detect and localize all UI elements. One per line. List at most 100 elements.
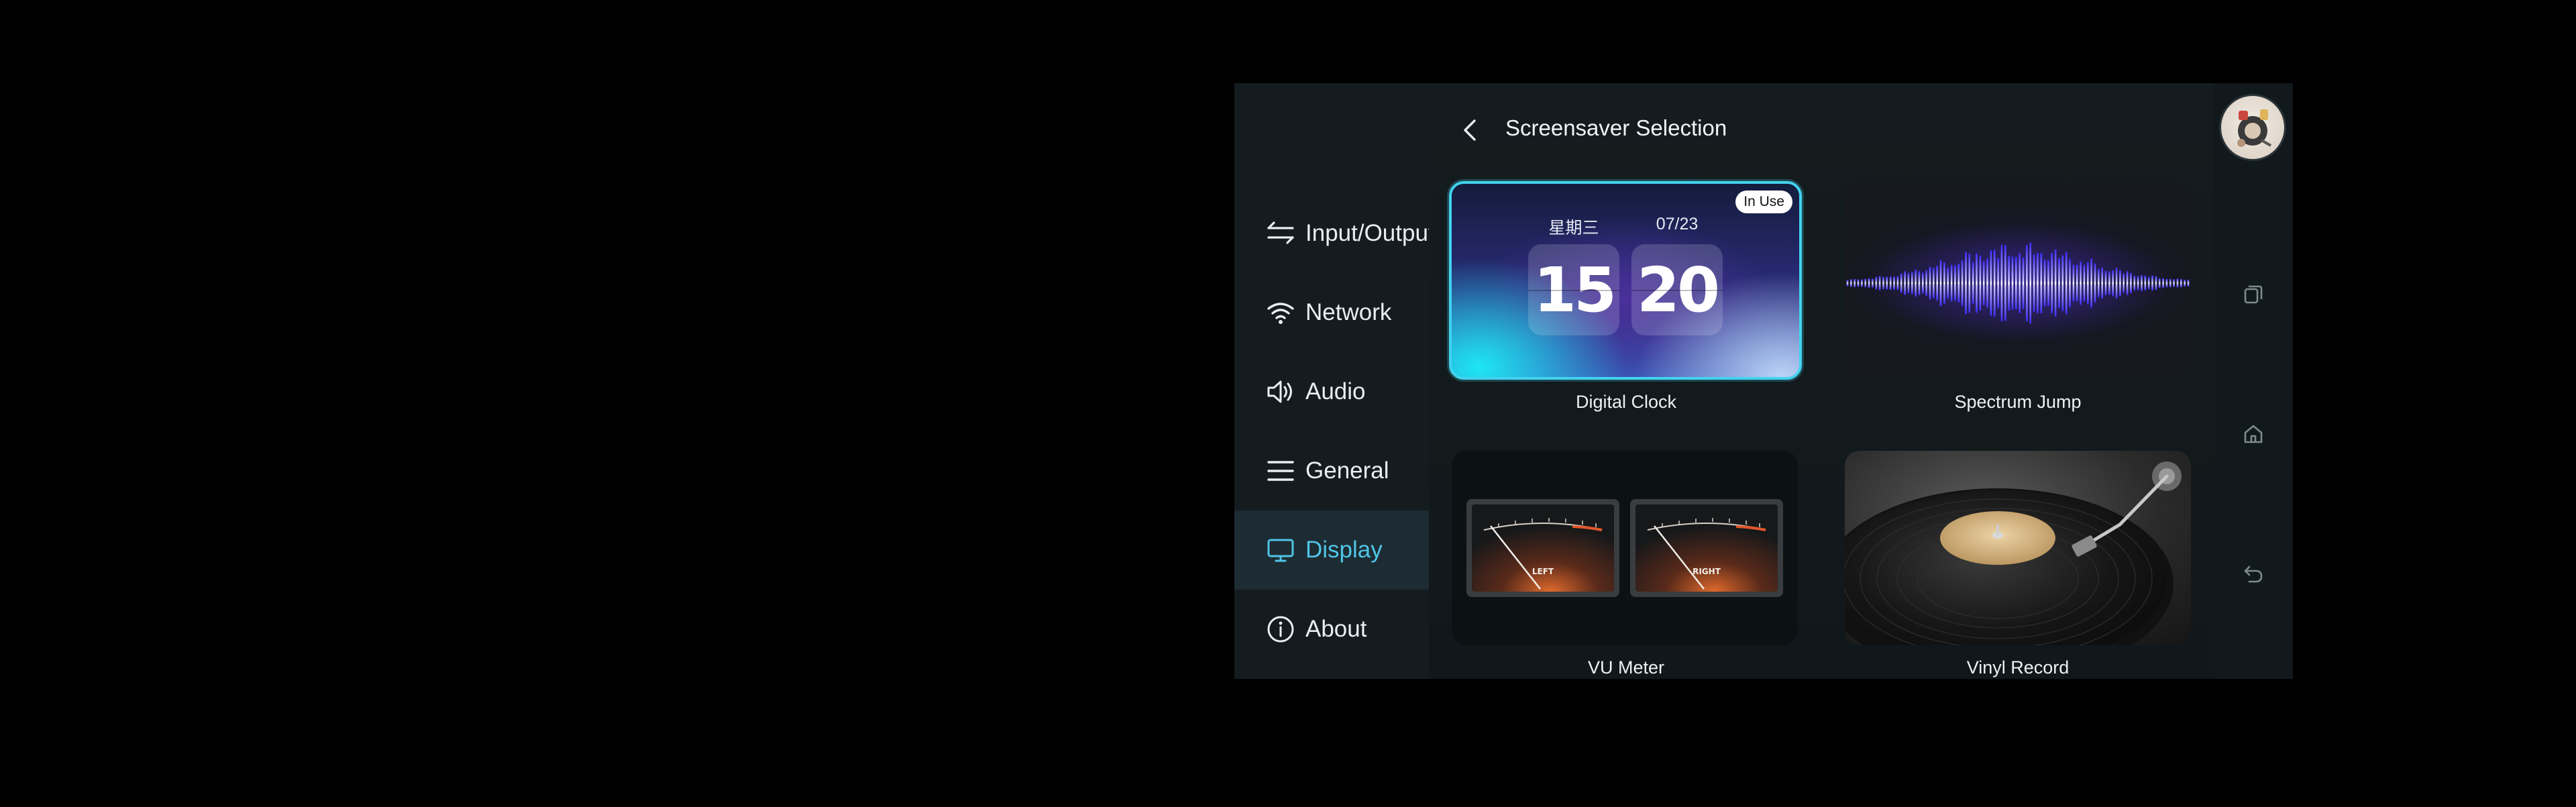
spectrum-bar bbox=[1878, 276, 1881, 290]
spectrum-bar bbox=[1929, 266, 1931, 300]
spectrum-bar bbox=[1993, 250, 1996, 317]
spectrum-bar bbox=[2033, 254, 2035, 312]
spectrum-bar bbox=[2061, 255, 2064, 311]
home-icon bbox=[2241, 422, 2265, 449]
spectrum-bar bbox=[2040, 253, 2043, 313]
spectrum-bar bbox=[1886, 276, 1888, 290]
vu-meter-left: LEFT bbox=[1466, 499, 1619, 597]
spectrum-bar bbox=[1889, 276, 1892, 290]
back-nav-button[interactable] bbox=[2237, 558, 2270, 592]
spectrum-bar bbox=[2144, 275, 2147, 291]
spectrum-bar bbox=[1857, 279, 1860, 287]
spectrum-bar bbox=[2123, 273, 2125, 293]
spectrum-bar bbox=[2047, 260, 2049, 306]
spectrum-bar bbox=[1976, 253, 1978, 313]
spectrum-bar bbox=[2090, 258, 2092, 308]
speaker-icon bbox=[1265, 376, 1296, 407]
spectrum-bar bbox=[2080, 261, 2082, 305]
spectrum-bar bbox=[2098, 268, 2100, 298]
spectrum-bar bbox=[2115, 268, 2118, 299]
spectrum-bar bbox=[2000, 245, 2003, 321]
menu-lines-icon bbox=[1265, 455, 1296, 486]
sidebar-item-label: About bbox=[1305, 616, 1367, 642]
spectrum-bar bbox=[2022, 257, 2025, 309]
sidebar-item-about[interactable]: About bbox=[1234, 590, 1429, 669]
spectrum-bar bbox=[1936, 266, 1938, 301]
spectrum-bar bbox=[2147, 276, 2150, 290]
spectrum-bar bbox=[2119, 270, 2121, 297]
wifi-icon bbox=[1265, 297, 1296, 328]
screensaver-card-digital-clock[interactable]: In Use 星期三 07/23 15 20 bbox=[1449, 181, 1802, 380]
spectrum-bar bbox=[2065, 252, 2068, 315]
recent-apps-icon bbox=[2241, 282, 2265, 310]
spectrum-bar bbox=[1922, 272, 1924, 294]
recent-apps-button[interactable] bbox=[2237, 279, 2270, 313]
screensaver-card-spectrum-jump[interactable] bbox=[1845, 182, 2191, 377]
vu-meter-right: RIGHT bbox=[1630, 499, 1783, 597]
spectrum-bar bbox=[1911, 272, 1913, 294]
spectrum-bar bbox=[2051, 253, 2053, 313]
clock-minute-tile: 20 bbox=[1631, 244, 1723, 335]
sidebar-item-general[interactable]: General bbox=[1234, 431, 1429, 510]
sidebar-item-audio[interactable]: Audio bbox=[1234, 352, 1429, 431]
monitor-icon bbox=[1265, 535, 1296, 566]
avatar[interactable] bbox=[2219, 94, 2286, 161]
spectrum-bar bbox=[1850, 279, 1852, 287]
sidebar-item-input-output[interactable]: Input/Output bbox=[1234, 194, 1429, 273]
spectrum-bar bbox=[2101, 267, 2103, 299]
in-use-badge: In Use bbox=[1735, 191, 1792, 213]
vu-left-label: LEFT bbox=[1532, 567, 1554, 576]
spectrum-bar bbox=[1965, 252, 1967, 315]
home-button[interactable] bbox=[2237, 419, 2270, 452]
sidebar-item-network[interactable]: Network bbox=[1234, 273, 1429, 352]
spectrum-bar bbox=[2133, 275, 2136, 291]
spectrum-bar bbox=[1854, 279, 1856, 288]
spectrum-bar bbox=[2151, 275, 2153, 291]
page-title: Screensaver Selection bbox=[1505, 115, 1727, 140]
spectrum-bar bbox=[1968, 254, 1971, 313]
spectrum-bar bbox=[2083, 264, 2086, 302]
spectrum-bar bbox=[2165, 278, 2168, 288]
spectrum-bar bbox=[2054, 249, 2057, 317]
spectrum-bar bbox=[1986, 258, 1988, 308]
sidebar: Input/Output Network Audio General Displ… bbox=[1234, 83, 1429, 679]
back-button[interactable] bbox=[1452, 113, 1489, 150]
spectrum-bar bbox=[1947, 267, 1949, 299]
spectrum-bar bbox=[1904, 271, 1906, 295]
spectrum-bar bbox=[2155, 276, 2157, 290]
spectrum-bar bbox=[2015, 257, 2017, 309]
screensaver-label: Vinyl Record bbox=[1966, 657, 2070, 678]
spectrum-bar bbox=[2087, 262, 2089, 305]
spectrum-bar bbox=[2173, 279, 2175, 287]
sidebar-item-label: Audio bbox=[1305, 378, 1366, 405]
spectrum-bar bbox=[2187, 279, 2190, 287]
screensaver-card-vu-meter[interactable]: LEFT RIGHT bbox=[1452, 451, 1798, 645]
spectrum-bar bbox=[2069, 259, 2071, 307]
spectrum-bar bbox=[1954, 265, 1956, 301]
spectrum-bar bbox=[2126, 271, 2129, 295]
back-arrow-icon bbox=[2241, 561, 2265, 589]
vinyl-record-graphic bbox=[1845, 462, 2182, 645]
sidebar-item-label: Display bbox=[1305, 537, 1383, 563]
spectrum-bar bbox=[2162, 278, 2164, 288]
sidebar-item-label: Input/Output bbox=[1305, 220, 1429, 246]
spectrum-bar bbox=[1893, 276, 1895, 290]
spectrum-bar bbox=[1982, 261, 1985, 305]
spectrum-bar bbox=[2104, 270, 2107, 296]
spectrum-bar bbox=[2019, 253, 2021, 313]
clock-hour-tile: 15 bbox=[1528, 244, 1619, 335]
spectrum-bar bbox=[1846, 280, 1849, 286]
spectrum-bar bbox=[2029, 242, 2031, 324]
sidebar-item-display[interactable]: Display bbox=[1234, 510, 1429, 590]
spectrum-bar bbox=[1990, 250, 1992, 316]
screensaver-label: Spectrum Jump bbox=[1954, 392, 2082, 412]
screensaver-label: VU Meter bbox=[1587, 657, 1665, 678]
spectrum-bar bbox=[2094, 263, 2096, 303]
avatar-image bbox=[2237, 109, 2271, 147]
spectrum-bar bbox=[2058, 258, 2060, 309]
spectrum-bar bbox=[2180, 278, 2182, 288]
spectrum-bar bbox=[1882, 276, 1884, 290]
screensaver-card-vinyl-record[interactable] bbox=[1845, 451, 2191, 645]
spectrum-bar bbox=[1864, 278, 1866, 288]
spectrum-bar bbox=[2130, 272, 2132, 294]
